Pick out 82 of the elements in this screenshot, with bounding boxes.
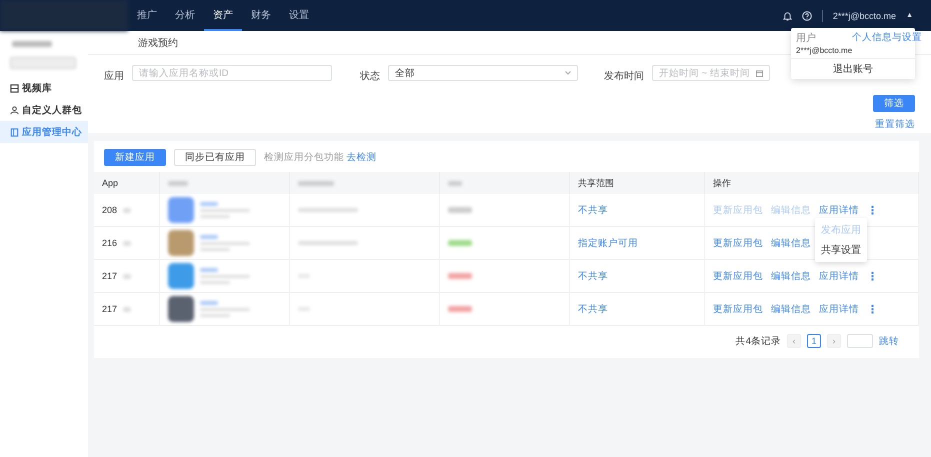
action-link[interactable]: 编辑信息 <box>771 302 811 316</box>
app-icon <box>168 197 194 223</box>
page-button[interactable]: 1 <box>807 334 821 348</box>
date-range-field[interactable]: 开始时间 ~ 结束时间 <box>652 65 770 81</box>
app-icon <box>168 263 194 289</box>
action-link[interactable]: 应用详情 <box>819 302 859 316</box>
next-page-button[interactable]: › <box>827 334 841 348</box>
blurred-text <box>448 273 472 279</box>
blurred-text <box>200 301 218 305</box>
new-app-button[interactable]: 新建应用 <box>104 149 166 166</box>
app-icon <box>168 296 194 322</box>
share-scope-link[interactable]: 不共享 <box>578 270 608 282</box>
action-link[interactable]: 更新应用包 <box>713 270 763 282</box>
blurred-text <box>200 202 218 206</box>
status-label: 状态 <box>360 70 380 83</box>
blurred-text <box>448 240 472 246</box>
nav-tab[interactable]: 分析 <box>166 0 204 31</box>
blurred-text <box>123 208 132 212</box>
nav-tab[interactable]: 设置 <box>280 0 318 31</box>
blurred-text <box>123 274 132 278</box>
blurred-text <box>200 268 218 272</box>
more-icon[interactable]: ⋮ <box>867 302 878 316</box>
chevron-down-icon <box>565 71 571 75</box>
page-jump-field[interactable] <box>847 334 873 348</box>
page-title: 游戏预约 <box>138 36 178 50</box>
action-link[interactable]: 应用详情 <box>819 270 859 282</box>
action-link[interactable]: 编辑信息 <box>771 236 811 250</box>
logout-item[interactable]: 退出账号 <box>791 59 915 79</box>
sidebar-item[interactable]: 视频库 <box>0 77 88 99</box>
column-header: 共享范围 <box>578 176 614 190</box>
nav-tab[interactable]: 推广 <box>128 0 166 31</box>
blurred-text <box>448 306 472 312</box>
more-icon[interactable]: ⋮ <box>867 204 878 216</box>
column-header: App <box>102 178 118 188</box>
blurred-text <box>448 207 472 213</box>
blurred-text <box>123 240 132 246</box>
menu-item[interactable]: 共享设置 <box>815 240 867 260</box>
calendar-icon <box>756 70 763 76</box>
table-cell: 217 <box>102 271 118 281</box>
book-icon <box>10 128 19 136</box>
jump-link[interactable]: 跳转 <box>879 334 899 348</box>
time-label: 发布时间 <box>604 70 644 83</box>
hint-text: 检测应用分包功能 去检测 <box>264 151 377 164</box>
blurred-text <box>123 306 132 312</box>
filter-button[interactable]: 筛选 <box>873 95 915 112</box>
column-header: 操作 <box>713 176 731 190</box>
table-cell: 208 <box>102 205 118 215</box>
account-name[interactable]: 2***j@bccto.me <box>832 10 896 20</box>
app-icon <box>168 230 194 256</box>
share-scope-link[interactable]: 不共享 <box>578 204 608 216</box>
help-icon[interactable] <box>802 10 812 20</box>
table-cell: 216 <box>102 238 118 248</box>
prev-page-button[interactable]: ‹ <box>787 334 801 348</box>
sidebar-item[interactable]: 自定义人群包 <box>0 99 88 121</box>
blurred-text <box>448 180 462 186</box>
blurred-text <box>298 180 334 186</box>
blurred-text <box>12 41 52 47</box>
detect-link[interactable]: 去检测 <box>346 152 377 163</box>
nav-tab[interactable]: 财务 <box>242 0 280 31</box>
share-scope-link[interactable]: 不共享 <box>578 302 608 316</box>
blurred-text <box>168 180 188 186</box>
user-role: 用户 <box>796 32 817 45</box>
person-icon <box>10 106 19 114</box>
action-link[interactable]: 应用详情 <box>819 204 859 216</box>
share-scope-link[interactable]: 指定账户可用 <box>578 236 638 250</box>
action-link[interactable]: 更新应用包 <box>713 236 763 250</box>
action-link[interactable]: 编辑信息 <box>771 270 811 282</box>
app-search-field[interactable]: 请输入应用名称或ID <box>132 65 332 81</box>
status-select[interactable]: 全部 <box>388 65 578 81</box>
settings-link[interactable]: 个人信息与设置 <box>852 31 922 44</box>
blurred-text <box>200 235 218 239</box>
table-cell: 217 <box>102 304 118 314</box>
sidebar-item[interactable]: 应用管理中心 <box>0 121 88 143</box>
sync-app-button[interactable]: 同步已有应用 <box>174 149 256 166</box>
action-link[interactable]: 更新应用包 <box>713 302 763 316</box>
more-icon[interactable]: ⋮ <box>867 270 878 282</box>
total-records: 共4条记录 <box>736 334 781 348</box>
reset-filter-link[interactable]: 重置筛选 <box>875 118 915 131</box>
app-label: 应用 <box>104 70 124 83</box>
film-icon <box>10 84 19 92</box>
bell-icon[interactable] <box>782 10 792 20</box>
user-email: 2***j@bccto.me <box>796 46 852 55</box>
